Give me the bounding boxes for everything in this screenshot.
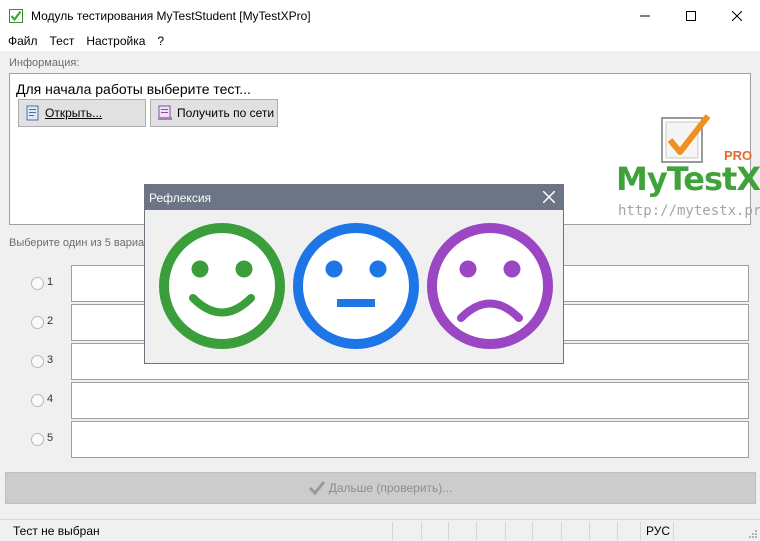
status-divider [505, 522, 506, 540]
status-divider [640, 522, 641, 540]
open-file-icon [26, 105, 39, 121]
sad-face[interactable] [425, 221, 555, 351]
reflection-dialog: Рефлексия [144, 184, 564, 364]
dialog-title: Рефлексия [149, 190, 212, 205]
maximize-icon [686, 10, 696, 21]
answer-number-2: 2 [47, 315, 54, 327]
status-divider [561, 522, 562, 540]
info-label: Информация: [9, 57, 80, 69]
next-button[interactable]: Дальше (проверить)... [5, 472, 756, 504]
answer-radio-4[interactable] [31, 394, 44, 407]
minimize-icon [640, 15, 650, 16]
answer-radio-5[interactable] [31, 433, 44, 446]
network-button[interactable]: Получить по сети [150, 99, 278, 127]
answer-number-4: 4 [47, 393, 54, 405]
answer-number-3: 3 [47, 354, 54, 366]
mytestx-logo: PRO MyTestX http://mytestx.pro [606, 110, 760, 222]
answer-row-5: 5 [28, 421, 750, 458]
answer-radio-3[interactable] [31, 355, 44, 368]
status-divider [476, 522, 477, 540]
menu-settings[interactable]: Настройка [80, 34, 151, 48]
status-divider [448, 522, 449, 540]
logo-url: http://mytestx.pro [618, 203, 760, 219]
status-bar: Тест не выбран РУС [0, 519, 760, 541]
open-button[interactable]: Открыть... [18, 99, 146, 127]
status-divider [532, 522, 533, 540]
answer-box-5[interactable] [71, 421, 749, 458]
checkbox-logo-icon [661, 114, 711, 163]
answer-box-4[interactable] [71, 382, 749, 419]
menu-file[interactable]: Файл [2, 34, 44, 48]
status-divider [673, 522, 674, 540]
answer-number-5: 5 [47, 432, 54, 444]
next-button-label: Дальше (проверить)... [328, 481, 453, 495]
open-button-label: Открыть... [45, 106, 103, 120]
menu-help[interactable]: ? [151, 34, 170, 48]
checkmark-icon [308, 481, 325, 495]
minimize-button[interactable] [622, 0, 668, 31]
maximize-button[interactable] [668, 0, 714, 31]
dialog-title-bar: Рефлексия [145, 185, 563, 210]
status-test: Тест не выбран [13, 524, 100, 538]
status-lang: РУС [646, 524, 671, 538]
info-message: Для начала работы выберите тест... [16, 81, 251, 97]
answer-row-4: 4 [28, 382, 750, 419]
answer-number-1: 1 [47, 276, 54, 288]
title-bar: Модуль тестирования MyTestStudent [MyTes… [0, 0, 760, 31]
menu-test[interactable]: Тест [44, 34, 81, 48]
resize-grip-icon[interactable] [748, 529, 758, 539]
happy-face[interactable] [157, 221, 287, 351]
choose-label: Выберите один из 5 вариа [9, 237, 145, 249]
window-title: Модуль тестирования MyTestStudent [MyTes… [31, 8, 311, 23]
dialog-close-icon[interactable] [543, 191, 555, 203]
network-button-label: Получить по сети [177, 106, 275, 120]
close-icon [732, 10, 742, 21]
answer-radio-2[interactable] [31, 316, 44, 329]
status-divider [589, 522, 590, 540]
close-button[interactable] [714, 0, 760, 31]
logo-name: MyTestX [616, 160, 760, 198]
answer-radio-1[interactable] [31, 277, 44, 290]
menu-bar: Файл Тест Настройка ? [0, 31, 760, 51]
app-icon [9, 8, 23, 23]
status-divider [392, 522, 393, 540]
neutral-face[interactable] [291, 221, 421, 351]
network-file-icon [158, 105, 172, 120]
status-divider [617, 522, 618, 540]
status-divider [421, 522, 422, 540]
